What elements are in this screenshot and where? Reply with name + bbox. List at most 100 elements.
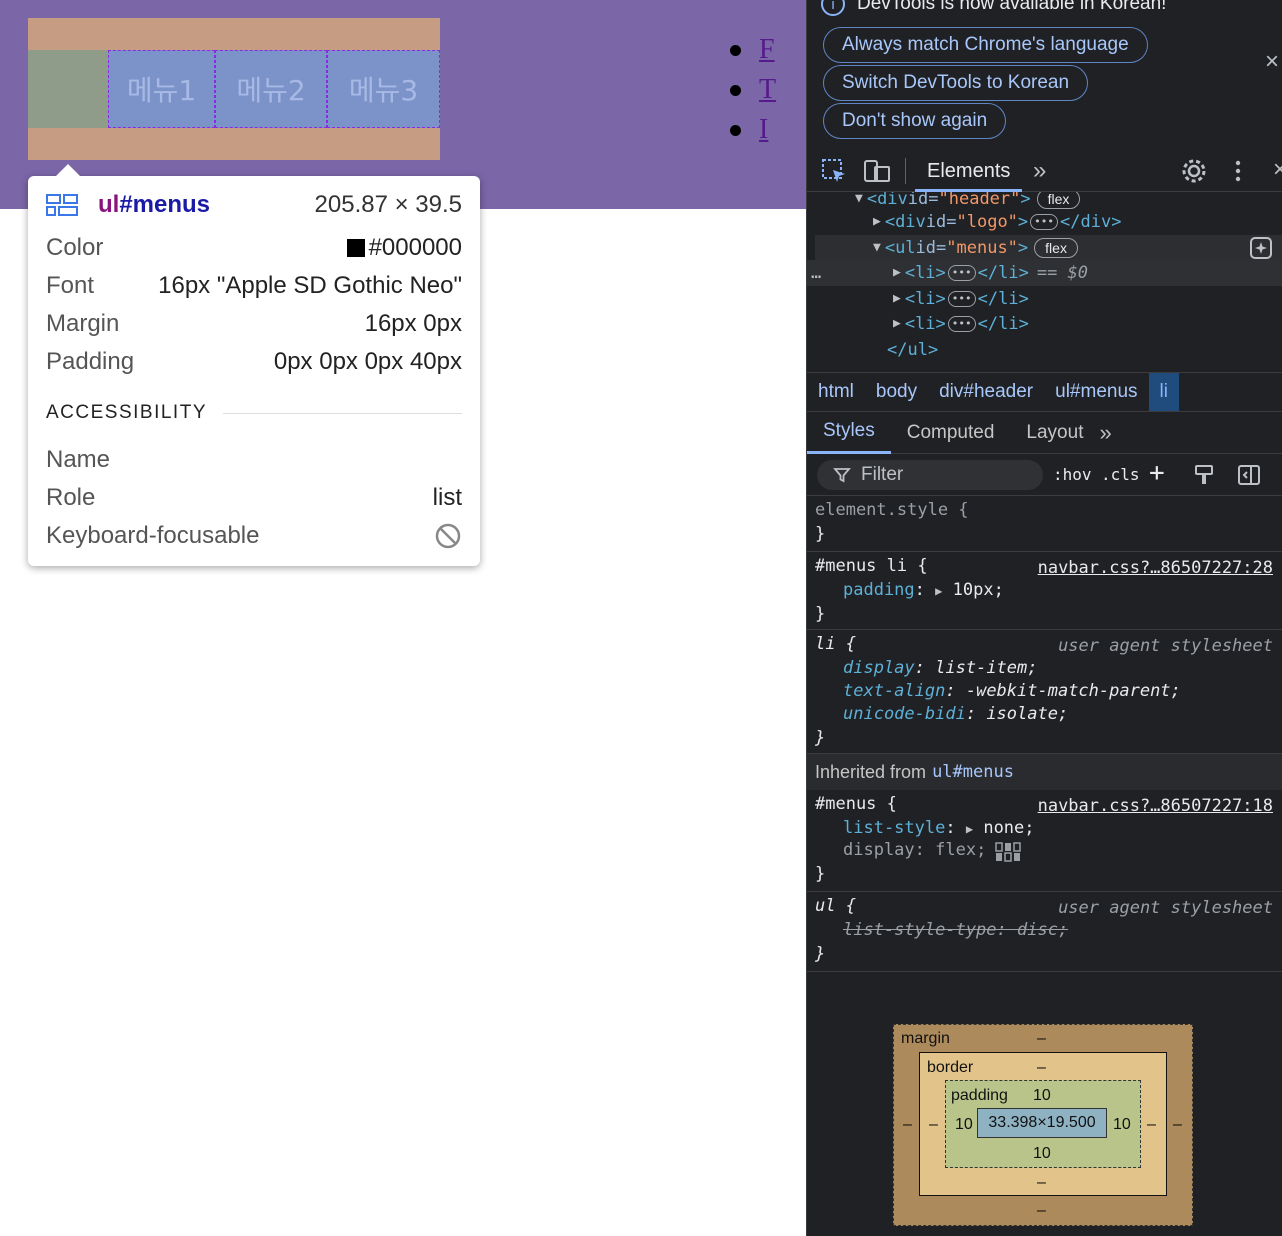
dont-show-again-button[interactable]: Don't show again: [823, 103, 1007, 139]
tab-styles[interactable]: Styles: [807, 412, 891, 454]
expand-triangle-icon[interactable]: ▶: [893, 316, 901, 331]
margin-top-value[interactable]: –: [1037, 1030, 1046, 1048]
rule-selector: #menus {: [815, 794, 897, 814]
sidebar-toggle-icon[interactable]: [1237, 464, 1261, 486]
menu-item-2[interactable]: 메뉴2: [215, 50, 327, 128]
prop-name[interactable]: list-style-type: [843, 920, 997, 940]
more-subtabs-icon[interactable]: »: [1099, 420, 1111, 446]
border-right-value[interactable]: –: [1147, 1116, 1156, 1134]
padding-bottom-value[interactable]: 10: [1033, 1145, 1051, 1163]
dom-node-li[interactable]: ▶ <li> ••• </li>: [893, 286, 1029, 311]
prop-value[interactable]: 10px;: [953, 580, 1004, 600]
border-top-value[interactable]: –: [1037, 1059, 1046, 1077]
prop-name[interactable]: display: [843, 658, 915, 678]
prop-name[interactable]: display: [843, 840, 915, 860]
prop-name[interactable]: text-align: [843, 681, 945, 701]
tab-layout[interactable]: Layout: [1010, 412, 1099, 454]
prop-value[interactable]: isolate;: [986, 704, 1068, 724]
menu-item-3[interactable]: 메뉴3: [327, 50, 440, 128]
row-key: Keyboard-focusable: [46, 522, 260, 549]
tooltip-arrow: [56, 164, 80, 176]
padding-right-value[interactable]: 10: [1113, 1116, 1131, 1134]
prop-value[interactable]: -webkit-match-parent;: [966, 681, 1181, 701]
circle-slash-icon: [435, 523, 461, 549]
tag: </li>: [977, 262, 1029, 283]
margin-right-value[interactable]: –: [1173, 1116, 1182, 1134]
rule-source-link[interactable]: navbar.css?…86507227:28: [1038, 558, 1273, 578]
kebab-menu-icon[interactable]: [1233, 160, 1243, 182]
close-icon[interactable]: ×: [1265, 48, 1279, 76]
rule-source-link[interactable]: navbar.css?…86507227:18: [1038, 796, 1273, 816]
padding-top-value[interactable]: 10: [1033, 1087, 1051, 1105]
crumb-html[interactable]: html: [807, 373, 865, 411]
icon-link-i[interactable]: I: [759, 114, 768, 146]
prop-name[interactable]: list-style: [843, 818, 945, 838]
box-model-content[interactable]: 33.398×19.500: [977, 1108, 1107, 1138]
border-left-value[interactable]: –: [929, 1116, 938, 1134]
ellipsis-badge[interactable]: •••: [947, 264, 976, 281]
icon-link-t[interactable]: T: [759, 74, 776, 106]
collapse-triangle-icon[interactable]: ▼: [855, 192, 863, 206]
dom-node-ul-close[interactable]: </ul>: [887, 337, 938, 362]
dom-node-menus[interactable]: ▼ <ul id= "menus" > flex: [873, 235, 1078, 260]
rule-element-style[interactable]: element.style { }: [807, 496, 1282, 552]
ai-assistance-icon[interactable]: [1249, 236, 1273, 260]
prop-name[interactable]: padding: [843, 580, 915, 600]
rule-li-user-agent[interactable]: li { user agent stylesheet display: list…: [807, 630, 1282, 754]
filter-bar: Filter :hov .cls +: [807, 454, 1282, 496]
dom-node-li[interactable]: ▶ <li> ••• </li>: [893, 311, 1029, 336]
expand-triangle-icon[interactable]: ▶: [873, 214, 881, 229]
flexbox-editor-icon[interactable]: [995, 842, 1021, 862]
gear-icon[interactable]: [1181, 158, 1207, 184]
margin-left-value[interactable]: –: [903, 1116, 912, 1134]
crumb-li[interactable]: li: [1148, 373, 1179, 411]
rule-menus[interactable]: #menus { navbar.css?…86507227:18 list-st…: [807, 790, 1282, 892]
switch-to-korean-button[interactable]: Switch DevTools to Korean: [823, 65, 1089, 101]
prop-value[interactable]: disc;: [1017, 920, 1068, 940]
tab-computed[interactable]: Computed: [891, 412, 1011, 454]
prop-name[interactable]: unicode-bidi: [843, 704, 966, 724]
ellipsis-badge[interactable]: •••: [1030, 213, 1059, 230]
color-swatch: [346, 239, 365, 257]
ellipsis-badge[interactable]: •••: [947, 290, 976, 307]
dom-node-logo[interactable]: ▶ <div id= "logo" > ••• </div>: [873, 209, 1121, 234]
new-rule-icon[interactable]: +: [1149, 458, 1165, 488]
tab-elements[interactable]: Elements: [915, 154, 1023, 192]
padding-left-value[interactable]: 10: [955, 1116, 973, 1134]
dom-node-li-selected[interactable]: ▶ <li> ••• </li> == $0: [893, 260, 1088, 285]
crumb-div-header[interactable]: div#header: [928, 373, 1044, 411]
filter-input[interactable]: Filter: [817, 460, 1043, 490]
flex-badge[interactable]: flex: [1034, 237, 1078, 258]
rule-ul-user-agent[interactable]: ul { user agent stylesheet list-style-ty…: [807, 892, 1282, 972]
inspect-element-icon[interactable]: [821, 158, 847, 184]
crumb-body[interactable]: body: [865, 373, 928, 411]
tag: </li>: [977, 288, 1029, 309]
filter-icon: [833, 468, 851, 483]
border-bottom-value[interactable]: –: [1037, 1174, 1046, 1192]
collapse-triangle-icon[interactable]: ▼: [873, 240, 881, 255]
device-toolbar-icon[interactable]: [863, 158, 891, 184]
expand-triangle-icon[interactable]: ▶: [893, 265, 901, 280]
more-tabs-icon[interactable]: »: [1033, 157, 1046, 185]
cls-toggle[interactable]: .cls: [1101, 465, 1140, 484]
devtools-toolbar: » ×: [807, 150, 1282, 192]
paint-brush-icon[interactable]: [1193, 464, 1215, 486]
prop-value[interactable]: list-item;: [935, 658, 1037, 678]
icon-link-f[interactable]: F: [759, 34, 775, 66]
expand-triangle-icon[interactable]: ▶: [893, 291, 901, 306]
ellipsis-badge[interactable]: •••: [947, 315, 976, 332]
crumb-ul-menus[interactable]: ul#menus: [1044, 373, 1148, 411]
margin-bottom-value[interactable]: –: [1037, 1202, 1046, 1220]
rule-menus-li[interactable]: #menus li { navbar.css?…86507227:28 padd…: [807, 552, 1282, 630]
prop-value[interactable]: none;: [983, 818, 1034, 838]
flex-badge[interactable]: flex: [1036, 192, 1081, 209]
prop-value[interactable]: flex;: [935, 840, 986, 860]
flex-layout-icon: [46, 194, 78, 216]
inherited-link[interactable]: ul#menus: [932, 762, 1014, 782]
menu-item-1[interactable]: 메뉴1: [108, 50, 215, 128]
margin-label: margin: [901, 1030, 950, 1047]
row-ellipsis[interactable]: …: [811, 260, 821, 285]
hov-toggle[interactable]: :hov: [1053, 465, 1092, 484]
always-match-language-button[interactable]: Always match Chrome's language: [823, 27, 1148, 63]
close-devtools-icon[interactable]: ×: [1273, 156, 1282, 184]
